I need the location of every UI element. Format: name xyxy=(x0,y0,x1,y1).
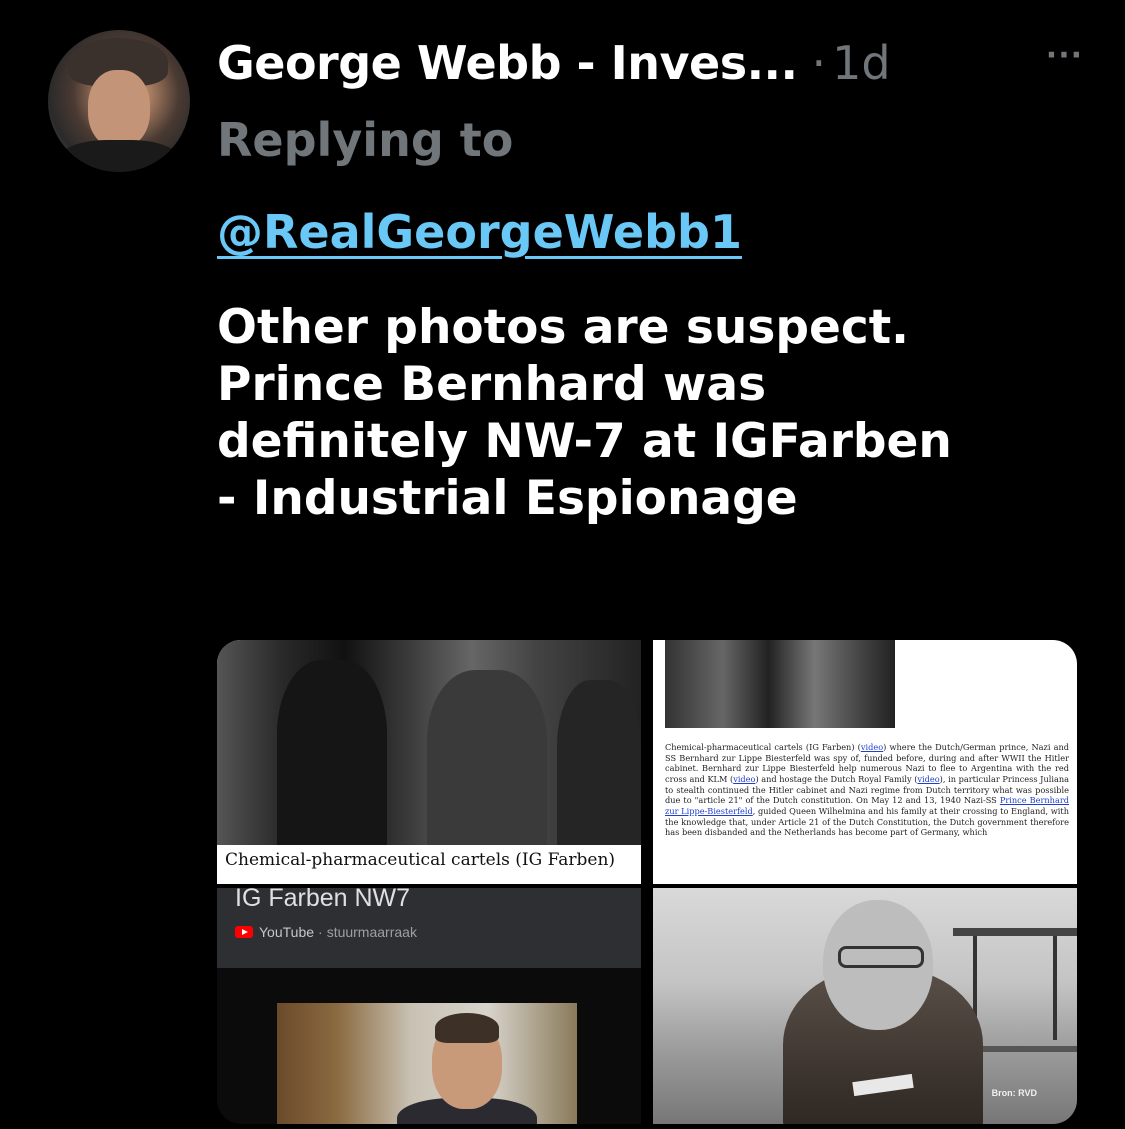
video-source: YouTube xyxy=(259,924,315,940)
header-separator: · xyxy=(811,36,827,90)
doc-text: Chemical-pharmaceutical cartels (IG Farb… xyxy=(665,742,861,752)
image-caption: Chemical-pharmaceutical cartels (IG Farb… xyxy=(225,850,616,870)
media-image-4[interactable]: Bron: RVD xyxy=(653,888,1077,1124)
video-channel: stuurmaarraak xyxy=(326,924,417,940)
video-title: IG Farben NW7 xyxy=(235,888,411,912)
photo-figure xyxy=(427,670,547,845)
tweet-text-line: - Industrial Espionage xyxy=(217,470,798,526)
avatar-shirt xyxy=(58,140,180,172)
source-separator: · xyxy=(318,924,323,940)
tweet-text-line: definitely NW-7 at IGFarben xyxy=(217,413,952,469)
youtube-icon xyxy=(235,926,253,938)
pilot-glasses xyxy=(838,946,924,968)
photo-credit: Bron: RVD xyxy=(991,1088,1037,1098)
tweet-text-line: Other photos are suspect. xyxy=(217,300,910,355)
media-image-3[interactable]: IG Farben NW7 YouTube · stuurmaarraak xyxy=(217,888,641,1124)
media-image-1[interactable]: Chemical-pharmaceutical cartels (IG Farb… xyxy=(217,640,641,884)
media-image-2[interactable]: Chemical-pharmaceutical cartels (IG Farb… xyxy=(653,640,1077,884)
video-source-row: YouTube · stuurmaarraak xyxy=(235,924,417,940)
document-text: Chemical-pharmaceutical cartels (IG Farb… xyxy=(665,742,1069,838)
photo-figure xyxy=(557,680,641,845)
photo-figure xyxy=(277,660,387,845)
replying-to-label: Replying to xyxy=(217,113,514,167)
doc-text: ) and hostage the Dutch Royal Family ( xyxy=(755,773,918,784)
doc-link: video xyxy=(860,742,884,752)
group-photo xyxy=(217,640,641,845)
video-thumbnail xyxy=(277,1003,577,1124)
media-grid: Chemical-pharmaceutical cartels (IG Farb… xyxy=(217,640,1077,1124)
document-photo xyxy=(665,640,895,728)
timestamp[interactable]: 1d xyxy=(832,36,890,90)
doc-link: video xyxy=(917,773,940,784)
youtube-info-panel: IG Farben NW7 YouTube · stuurmaarraak xyxy=(217,888,641,968)
thumbnail-person-hair xyxy=(435,1013,499,1043)
author-name[interactable]: George Webb - Inves... xyxy=(217,36,798,90)
plane-strut xyxy=(1053,936,1057,1040)
tweet-text: Other photos are suspect. Prince Bernhar… xyxy=(217,300,1097,527)
avatar-face xyxy=(88,70,150,148)
avatar[interactable] xyxy=(48,30,190,172)
more-options-icon[interactable]: ··· xyxy=(1046,38,1083,73)
doc-link: video xyxy=(733,773,756,784)
reply-handle-link[interactable]: @RealGeorgeWebb1 xyxy=(217,205,742,259)
tweet-header: George Webb - Inves... · 1d ··· xyxy=(217,28,1095,98)
tweet-text-line: Prince Bernhard was xyxy=(217,356,767,412)
